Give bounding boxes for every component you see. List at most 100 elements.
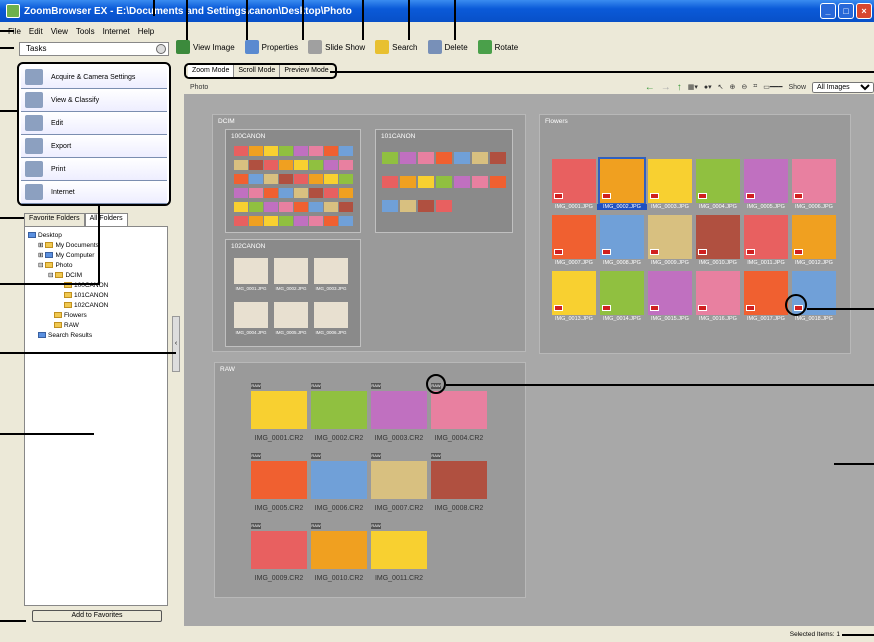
- mini-thumbnail[interactable]: [294, 146, 308, 156]
- mini-thumbnail[interactable]: [339, 188, 353, 198]
- tab-zoom-mode[interactable]: Zoom Mode: [188, 65, 235, 77]
- mini-thumbnail[interactable]: [279, 160, 293, 170]
- show-filter-select[interactable]: All Images: [812, 81, 874, 93]
- mini-thumbnail[interactable]: [436, 176, 452, 188]
- mini-thumbnail[interactable]: [279, 174, 293, 184]
- mini-thumbnail[interactable]: [264, 174, 278, 184]
- mini-thumbnail[interactable]: [234, 146, 248, 156]
- mini-thumbnail[interactable]: [249, 160, 263, 170]
- zoom-in-icon[interactable]: ⊕: [730, 83, 736, 91]
- tree-node[interactable]: 101CANON: [28, 290, 164, 300]
- mini-thumbnail[interactable]: [436, 200, 452, 212]
- mini-thumbnail[interactable]: [324, 174, 338, 184]
- mini-thumbnail[interactable]: [249, 188, 263, 198]
- mini-thumbnail[interactable]: [324, 216, 338, 226]
- thumbnail[interactable]: [311, 531, 367, 569]
- menu-help[interactable]: Help: [138, 27, 154, 36]
- mini-thumbnail[interactable]: [324, 160, 338, 170]
- mini-thumbnail[interactable]: [234, 216, 248, 226]
- mini-thumbnail[interactable]: [339, 146, 353, 156]
- tree-node[interactable]: ⊟ DCIM: [28, 270, 164, 280]
- mini-thumbnail[interactable]: [418, 200, 434, 212]
- up-arrow-icon[interactable]: ↑: [677, 82, 682, 93]
- menu-edit[interactable]: Edit: [29, 27, 43, 36]
- maximize-button[interactable]: □: [838, 3, 854, 19]
- thumbnail[interactable]: [371, 531, 427, 569]
- mini-thumbnail[interactable]: [294, 188, 308, 198]
- mini-thumbnail[interactable]: [279, 146, 293, 156]
- mini-thumbnail[interactable]: [294, 216, 308, 226]
- mini-thumbnail[interactable]: [490, 176, 506, 188]
- thumbnail[interactable]: [431, 391, 487, 429]
- mini-thumbnail[interactable]: [309, 216, 323, 226]
- fit-icon[interactable]: ⌗: [753, 83, 757, 91]
- collapse-icon[interactable]: [156, 44, 166, 54]
- mini-thumbnail[interactable]: [234, 174, 248, 184]
- thumbnail[interactable]: [311, 461, 367, 499]
- mini-thumbnail[interactable]: [400, 176, 416, 188]
- mini-thumbnail[interactable]: [454, 152, 470, 164]
- group-flowers[interactable]: Flowers IMG_0001.JPG IMG_0002.JPG IMG_0003…: [539, 114, 851, 354]
- subfolder-100canon[interactable]: 100CANON: [225, 129, 361, 233]
- mini-thumbnail[interactable]: [382, 152, 398, 164]
- task-export[interactable]: Export: [21, 135, 167, 158]
- tasks-header[interactable]: Tasks: [19, 42, 169, 56]
- mini-thumbnail[interactable]: [472, 152, 488, 164]
- thumbnail[interactable]: [234, 258, 268, 284]
- thumbnail[interactable]: [311, 391, 367, 429]
- mini-thumbnail[interactable]: [418, 152, 434, 164]
- thumbnail[interactable]: [251, 461, 307, 499]
- task-print[interactable]: Print: [21, 158, 167, 181]
- thumbnail[interactable]: [251, 391, 307, 429]
- group-raw[interactable]: RAW RAW IMG_0001.CR2 RAW IMG_0002.CR2 RAW IMG…: [214, 362, 526, 598]
- thumbnail[interactable]: [234, 302, 268, 328]
- thumbnail[interactable]: [371, 461, 427, 499]
- task-acquire[interactable]: Acquire & Camera Settings: [21, 66, 167, 89]
- forward-arrow-icon[interactable]: →: [661, 82, 671, 93]
- tree-node[interactable]: ⊟ Photo: [28, 260, 164, 270]
- menu-tools[interactable]: Tools: [76, 27, 95, 36]
- mini-thumbnail[interactable]: [279, 216, 293, 226]
- mini-thumbnail[interactable]: [309, 160, 323, 170]
- task-internet[interactable]: Internet: [21, 181, 167, 204]
- menu-internet[interactable]: Internet: [103, 27, 130, 36]
- mini-thumbnail[interactable]: [472, 176, 488, 188]
- mini-thumbnail[interactable]: [324, 146, 338, 156]
- mini-thumbnail[interactable]: [436, 152, 452, 164]
- mini-thumbnail[interactable]: [264, 202, 278, 212]
- back-arrow-icon[interactable]: ←: [645, 82, 655, 93]
- mini-thumbnail[interactable]: [249, 202, 263, 212]
- mini-thumbnail[interactable]: [264, 160, 278, 170]
- thumbnail[interactable]: [371, 391, 427, 429]
- pointer-icon[interactable]: ↖: [718, 83, 724, 91]
- mini-thumbnail[interactable]: [339, 202, 353, 212]
- thumbnail[interactable]: [274, 302, 308, 328]
- sort-icon[interactable]: ▦▾: [688, 83, 698, 91]
- mini-thumbnail[interactable]: [234, 160, 248, 170]
- mini-thumbnail[interactable]: [309, 202, 323, 212]
- group-dcim[interactable]: DCIM 100CANON 101CANON 102CANON IMG_0001…: [212, 114, 526, 352]
- menu-view[interactable]: View: [51, 27, 68, 36]
- tab-scroll-mode[interactable]: Scroll Mode: [234, 65, 281, 77]
- mini-thumbnail[interactable]: [339, 160, 353, 170]
- subfolder-101canon[interactable]: 101CANON: [375, 129, 513, 233]
- mini-thumbnail[interactable]: [249, 174, 263, 184]
- mini-thumbnail[interactable]: [400, 200, 416, 212]
- tree-node[interactable]: ⊞ My Computer: [28, 250, 164, 260]
- mini-thumbnail[interactable]: [309, 174, 323, 184]
- mini-thumbnail[interactable]: [454, 176, 470, 188]
- zoom-out-icon[interactable]: ⊖: [741, 83, 747, 91]
- zoom-slider[interactable]: ▭━━━: [763, 83, 782, 91]
- mini-thumbnail[interactable]: [234, 202, 248, 212]
- mini-thumbnail[interactable]: [324, 202, 338, 212]
- thumbnail[interactable]: [274, 258, 308, 284]
- view-image-button[interactable]: View Image: [176, 40, 235, 54]
- thumbnail[interactable]: [431, 461, 487, 499]
- mini-thumbnail[interactable]: [490, 152, 506, 164]
- delete-button[interactable]: Delete: [427, 40, 468, 54]
- tree-node[interactable]: Desktop: [28, 230, 164, 240]
- tree-node[interactable]: ⊞ My Documents: [28, 240, 164, 250]
- mini-thumbnail[interactable]: [249, 216, 263, 226]
- mini-thumbnail[interactable]: [249, 146, 263, 156]
- mini-thumbnail[interactable]: [339, 174, 353, 184]
